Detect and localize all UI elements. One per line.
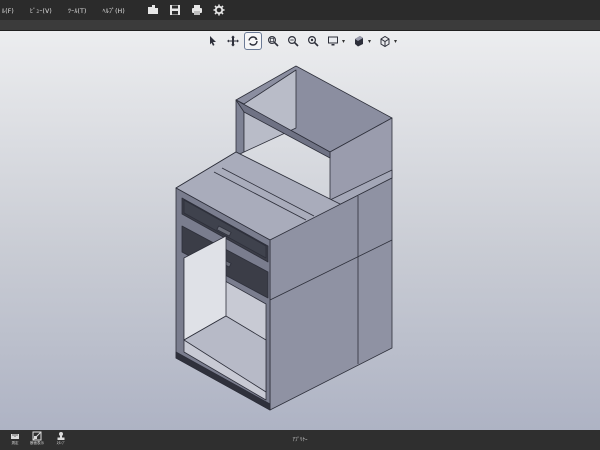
3d-viewport[interactable]: ▾ ▾ ▾ — [0, 31, 600, 430]
view-cube-icon[interactable] — [377, 33, 393, 49]
viewport-toolbar: ▾ ▾ ▾ — [205, 32, 403, 50]
bottom-bar: 測定 断面表示 ｽﾀﾝﾌﾟ ｱﾌﾟﾘｹｰ — [0, 430, 600, 450]
menu-bar: ﾙ(F) ﾋﾞｭｰ(V) ﾂｰﾙ(T) ﾍﾙﾌﾟ(H) — [0, 0, 600, 20]
zoom-window-icon[interactable] — [265, 33, 281, 49]
zoom-icon[interactable] — [285, 33, 301, 49]
menu-file[interactable]: ﾙ(F) — [0, 6, 22, 15]
appearance-icon[interactable] — [351, 33, 367, 49]
view-dropdown-caret[interactable]: ▾ — [394, 38, 397, 45]
select-arrow-icon[interactable] — [205, 33, 221, 49]
zoom-fit-icon[interactable] — [305, 33, 321, 49]
open-folder-icon[interactable] — [145, 2, 161, 18]
display-monitor-icon[interactable] — [325, 33, 341, 49]
save-icon[interactable] — [167, 2, 183, 18]
ribbon-strip — [0, 20, 600, 31]
menu-help[interactable]: ﾍﾙﾌﾟ(H) — [94, 6, 132, 15]
status-text: ｱﾌﾟﾘｹｰ — [292, 437, 308, 443]
pan-icon[interactable] — [225, 33, 241, 49]
settings-gear-icon[interactable] — [211, 2, 227, 18]
rotate-icon[interactable] — [244, 32, 262, 50]
menu-view[interactable]: ﾋﾞｭｰ(V) — [22, 6, 60, 15]
menu-tools[interactable]: ﾂｰﾙ(T) — [60, 6, 95, 15]
print-icon[interactable] — [189, 2, 205, 18]
appearance-dropdown-caret[interactable]: ▾ — [368, 38, 371, 45]
display-dropdown-caret[interactable]: ▾ — [342, 38, 345, 45]
cabinet-model[interactable] — [0, 31, 600, 430]
